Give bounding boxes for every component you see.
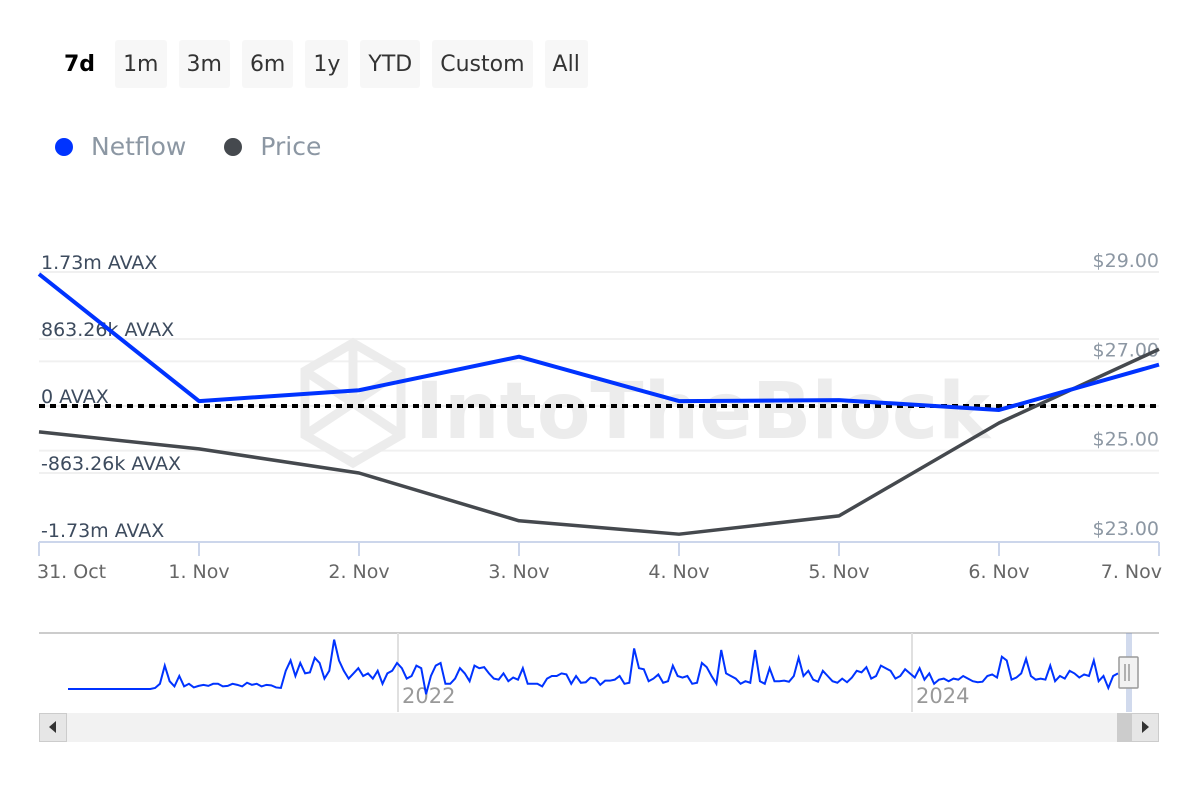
x-tick-label: 31. Oct <box>37 561 106 583</box>
y-left-tick-label: 1.73m AVAX <box>41 252 157 274</box>
y-left-tick-label: -1.73m AVAX <box>41 520 164 542</box>
scrollbar[interactable] <box>39 713 1159 742</box>
navigator[interactable]: 2022 2024 <box>39 632 1159 712</box>
y-axis-left: 1.73m AVAX863.26k AVAX0 AVAX-863.26k AVA… <box>41 252 181 542</box>
x-tick-label: 4. Nov <box>648 561 709 583</box>
x-axis: 31. Oct 1. Nov 2. Nov 3. Nov 4. Nov 5. Nov 6. … <box>37 541 1162 583</box>
x-tick-label: 7. Nov <box>1101 561 1162 583</box>
watermark-text: IntoTheBlock <box>415 367 992 457</box>
y-right-tick-label: $29.00 <box>1093 250 1159 272</box>
x-tick-label: 3. Nov <box>488 561 549 583</box>
x-tick-label: 2. Nov <box>328 561 389 583</box>
scrollbar-thumb[interactable] <box>1117 713 1131 742</box>
scrollbar-track <box>39 713 1159 742</box>
y-right-tick-label: $27.00 <box>1093 339 1159 361</box>
x-tick-label: 6. Nov <box>968 561 1029 583</box>
watermark-logo-icon <box>300 337 406 469</box>
y-right-tick-label: $25.00 <box>1093 429 1159 451</box>
y-axis-right: $29.00 $27.00 $25.00 $23.00 <box>1093 250 1159 540</box>
y-left-tick-label: -863.26k AVAX <box>41 453 181 475</box>
chart-svg: IntoTheBlock 1.73m AVAX863.26k AVAX0 AVA… <box>37 250 1162 742</box>
y-right-tick-label: $23.00 <box>1093 518 1159 540</box>
navigator-year-label: 2024 <box>916 684 969 708</box>
x-tick-label: 5. Nov <box>808 561 869 583</box>
x-tick-label: 1. Nov <box>168 561 229 583</box>
